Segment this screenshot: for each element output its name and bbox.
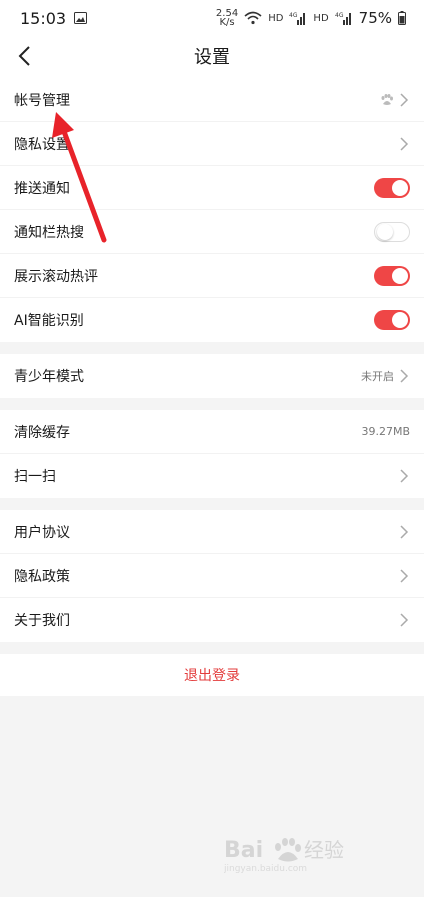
- chevron-right-icon: [400, 469, 409, 483]
- row-label: 用户协议: [14, 524, 70, 541]
- svg-text:Bai: Bai: [224, 838, 263, 863]
- row-clear-cache[interactable]: 清除缓存 39.27MB: [0, 410, 424, 454]
- net-speed: 2.54 K/s: [216, 9, 238, 28]
- row-label: AI智能识别: [14, 313, 84, 329]
- row-user-agreement[interactable]: 用户协议: [0, 510, 424, 554]
- row-about-us[interactable]: 关于我们: [0, 598, 424, 642]
- status-bar: 15:03 2.54 K/s HD 4G HD 4G 75%: [0, 0, 424, 36]
- image-notification-icon: [74, 12, 88, 24]
- row-label: 清除缓存: [14, 424, 70, 441]
- signal-icon-2: 4G: [335, 12, 351, 25]
- push-notification-toggle[interactable]: [374, 177, 410, 198]
- chevron-right-icon: [400, 369, 409, 383]
- baidu-paw-icon: [381, 93, 393, 105]
- battery-percent: 75%: [358, 9, 392, 27]
- row-label: 展示滚动热评: [14, 268, 98, 285]
- row-scan[interactable]: 扫一扫: [0, 454, 424, 498]
- row-label: 扫一扫: [14, 469, 56, 485]
- row-label: 隐私政策: [14, 568, 70, 585]
- chevron-right-icon: [400, 568, 409, 583]
- row-account-management[interactable]: 帐号管理: [0, 78, 424, 122]
- row-label: 推送通知: [14, 180, 70, 197]
- row-teen-mode[interactable]: 青少年模式 未开启: [0, 354, 424, 398]
- wifi-icon: [244, 11, 262, 25]
- scrolling-comments-toggle[interactable]: [374, 265, 410, 286]
- svg-text:经验: 经验: [304, 838, 344, 862]
- row-label: 青少年模式: [14, 369, 84, 385]
- nav-bar: 设置: [0, 36, 424, 76]
- page-title: 设置: [194, 47, 230, 68]
- net-speed-unit: K/s: [219, 17, 235, 28]
- cache-size: 39.27MB: [361, 425, 410, 438]
- chevron-right-icon: [400, 613, 409, 627]
- row-privacy-settings[interactable]: 隐私设置: [0, 122, 424, 166]
- svg-text:4G: 4G: [289, 12, 298, 19]
- chevron-right-icon: [400, 92, 409, 107]
- settings-group-teen: 青少年模式 未开启: [0, 354, 424, 398]
- row-privacy-policy[interactable]: 隐私政策: [0, 554, 424, 598]
- back-arrow-icon[interactable]: [14, 44, 38, 68]
- hd-badge-1: HD: [268, 12, 284, 24]
- signal-icon-1: 4G: [289, 12, 306, 25]
- row-ai-recognition: AI智能识别: [0, 298, 424, 342]
- row-label: 隐私设置: [14, 136, 70, 153]
- row-label: 通知栏热搜: [14, 224, 84, 241]
- row-scrolling-comments: 展示滚动热评: [0, 254, 424, 298]
- chevron-right-icon: [400, 524, 409, 539]
- settings-group-account: 帐号管理 隐私设置 推送通知 通知栏热搜 展示滚动热评 AI智能识别: [0, 78, 424, 342]
- ai-recognition-toggle[interactable]: [374, 310, 410, 330]
- status-time: 15:03: [20, 8, 67, 28]
- chevron-right-icon: [400, 136, 409, 151]
- settings-group-tools: 清除缓存 39.27MB 扫一扫: [0, 410, 424, 498]
- row-notification-hot-search: 通知栏热搜: [0, 210, 424, 254]
- hd-badge-2: HD: [313, 12, 329, 24]
- row-label: 关于我们: [14, 613, 70, 629]
- teen-mode-status: 未开启: [361, 370, 394, 383]
- settings-group-about: 用户协议 隐私政策 关于我们: [0, 510, 424, 642]
- row-push-notification: 推送通知: [0, 166, 424, 210]
- battery-icon: [398, 11, 406, 25]
- status-left: 15:03: [20, 8, 88, 28]
- status-right: 2.54 K/s HD 4G HD 4G 75%: [216, 9, 406, 28]
- logout-button[interactable]: 退出登录: [0, 654, 424, 696]
- svg-text:jingyan.baidu.com: jingyan.baidu.com: [224, 864, 307, 874]
- svg-text:4G: 4G: [335, 12, 344, 19]
- hot-search-toggle[interactable]: [374, 221, 410, 242]
- baidu-watermark-logo: Bai 经验 jingyan.baidu.com: [224, 838, 344, 874]
- row-label: 帐号管理: [14, 92, 70, 109]
